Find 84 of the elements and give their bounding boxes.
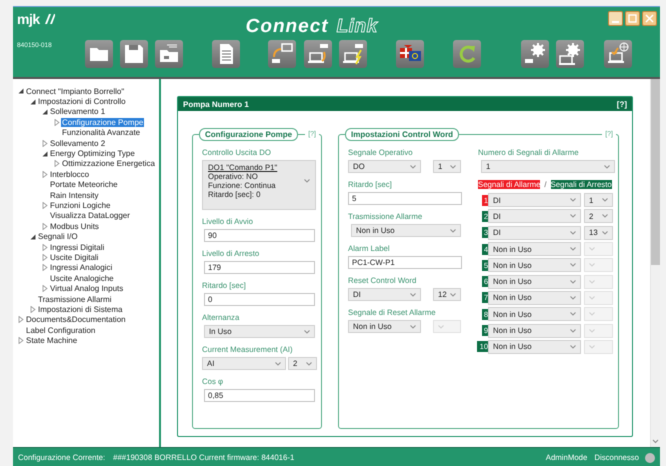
- caret-icon: [410, 164, 416, 168]
- caret-icon: [570, 230, 576, 235]
- group-title: Impostazioni Control Word: [345, 128, 460, 140]
- caret-icon: [304, 179, 310, 183]
- tree-item[interactable]: Modbus Units: [49, 222, 100, 231]
- toolbar-button[interactable]: [85, 40, 113, 68]
- caret-icon: [410, 324, 416, 328]
- tree-item[interactable]: Documents&Documentation: [25, 315, 127, 324]
- caret-icon: [589, 312, 595, 316]
- toolbar-button[interactable]: [155, 40, 183, 68]
- tree-item[interactable]: Segnali I/O: [37, 232, 79, 242]
- caret-icon: [304, 330, 310, 334]
- caret-icon: [602, 230, 608, 235]
- toolbar-button[interactable]: [268, 40, 296, 68]
- tree-item[interactable]: Ingressi Analogici: [49, 263, 114, 272]
- tree-item[interactable]: State Machine: [25, 336, 78, 346]
- toolbar-button[interactable]: [556, 40, 584, 68]
- caret-icon: [275, 362, 281, 366]
- tree-item[interactable]: Portate Meteoriche: [49, 180, 119, 190]
- caret-icon: [450, 228, 456, 232]
- toolbar-button[interactable]: [396, 40, 424, 68]
- caret-icon: [570, 312, 576, 316]
- app-title-text: Link: [336, 16, 378, 38]
- toolbar-button[interactable]: [521, 40, 549, 68]
- caret-icon: [589, 263, 595, 268]
- tree-item[interactable]: Energy Optimizing Type: [49, 149, 136, 158]
- panel-title: Pompa Numero 1: [183, 100, 249, 108]
- app-title-text: Connect: [246, 16, 329, 38]
- caret-icon: [570, 214, 576, 218]
- caret-icon: [602, 198, 608, 202]
- minimize-icon: [612, 21, 619, 23]
- caret-icon: [570, 198, 576, 202]
- tree-item[interactable]: Trasmissione Allarmi: [37, 294, 112, 304]
- maximize-icon: [628, 14, 637, 23]
- scrollbar-thumb[interactable]: [651, 79, 660, 265]
- tree-item[interactable]: Funzioni Logiche: [49, 200, 112, 210]
- tree-item[interactable]: Rain Intensity: [49, 190, 100, 200]
- caret-icon: [570, 296, 576, 300]
- caret-icon: [570, 280, 576, 284]
- toolbar-button[interactable]: [304, 40, 332, 68]
- tree-item[interactable]: Funzionalità Avanzate: [61, 128, 142, 138]
- caret-icon: [570, 247, 576, 252]
- tree-item[interactable]: Ingressi Digitali: [49, 242, 106, 252]
- caret-icon: [410, 292, 416, 296]
- scrollbar[interactable]: [650, 79, 660, 447]
- caret-icon: [589, 328, 595, 333]
- caret-icon: [589, 280, 595, 284]
- scroll-down-icon: [652, 439, 659, 444]
- tree-item[interactable]: Impostazioni di Controllo: [37, 97, 127, 106]
- caret-icon: [438, 324, 444, 328]
- caret-icon: [450, 164, 456, 168]
- group-title: Configurazione Pompe: [199, 128, 298, 140]
- tree-item[interactable]: Impostazioni di Sistema: [37, 304, 124, 314]
- tree-item[interactable]: Configurazione Pompe: [61, 118, 144, 127]
- caret-icon: [570, 263, 576, 268]
- caret-icon: [570, 328, 576, 333]
- close-icon: [645, 14, 654, 23]
- maximize-button[interactable]: [625, 11, 640, 26]
- tree-item[interactable]: Uscite Digitali: [49, 252, 100, 262]
- tree-item[interactable]: Uscite Analogiche: [49, 274, 115, 283]
- close-button[interactable]: [642, 11, 657, 26]
- caret-icon: [602, 214, 608, 218]
- caret-icon: [604, 164, 610, 168]
- tree-item[interactable]: Label Configuration: [25, 326, 96, 335]
- caret-icon: [589, 247, 595, 252]
- caret-icon: [306, 362, 312, 366]
- minimize-button[interactable]: [608, 11, 623, 26]
- toolbar-button[interactable]: [120, 40, 148, 68]
- toolbar-button[interactable]: [604, 40, 632, 68]
- tree-item[interactable]: Interblocco: [49, 170, 90, 179]
- caret-icon: [570, 344, 576, 349]
- caret-icon: [589, 296, 595, 300]
- tree-item[interactable]: Sollevamento 1: [49, 107, 106, 116]
- logo: mjk: [17, 11, 55, 27]
- toolbar-button[interactable]: [212, 40, 240, 68]
- tree-item[interactable]: Connect "Impianto Borrello": [25, 86, 126, 96]
- caret-icon: [589, 344, 595, 349]
- help-link[interactable]: [?]: [616, 100, 627, 108]
- tree-item[interactable]: Sollevamento 2: [49, 138, 106, 148]
- tree-item[interactable]: Ottimizzazione Energetica: [61, 159, 156, 168]
- tree-item[interactable]: Virtual Analog Inputs: [49, 284, 124, 294]
- toolbar-button[interactable]: [339, 40, 367, 68]
- caret-icon: [450, 292, 456, 296]
- tree-item[interactable]: Visualizza DataLogger: [49, 211, 131, 220]
